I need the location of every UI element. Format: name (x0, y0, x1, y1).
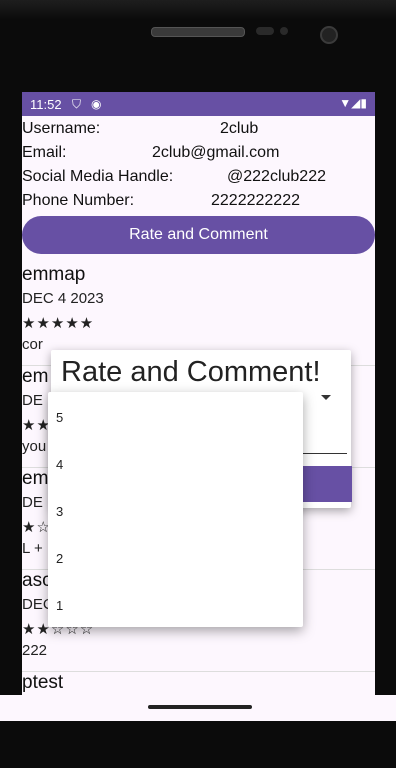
entry-date: DEC 4 2023 (22, 290, 104, 307)
rating-option-1[interactable]: 1 (56, 598, 63, 613)
home-gesture-handle[interactable] (148, 705, 252, 709)
rate-and-comment-button[interactable]: Rate and Comment (22, 216, 375, 254)
rating-option-3[interactable]: 3 (56, 504, 63, 519)
entry-username: em (22, 366, 49, 387)
social-value: @222club222 (227, 168, 326, 185)
battery-icon: ▮ (360, 96, 367, 110)
profile-content: Username: 2club Email: 2club@gmail.com S… (22, 116, 375, 721)
status-time: 11:52 (30, 97, 62, 112)
username-value: 2club (220, 120, 259, 137)
entry-stars: ★★ (22, 417, 51, 434)
entry-date: DE (22, 494, 43, 511)
dialog-title: Rate and Comment! (61, 356, 321, 388)
entry-date: DE (22, 392, 43, 409)
rating-option-2[interactable]: 2 (56, 551, 63, 566)
status-bar: 11:52 ⛉ ◉ ▼◢▮ (22, 92, 375, 116)
front-camera (320, 26, 338, 44)
earpiece-speaker (151, 27, 245, 37)
rating-option-4[interactable]: 4 (56, 457, 63, 472)
entry-stars: ★☆ (22, 519, 51, 536)
comment-input-underline[interactable] (301, 453, 347, 454)
entry-comment: 222 (22, 642, 48, 659)
device-frame: 11:52 ⛉ ◉ ▼◢▮ Username: 2club Email: 2cl… (0, 0, 396, 768)
email-value: 2club@gmail.com (152, 144, 280, 161)
phone-label: Phone Number: (22, 192, 135, 209)
email-row: Email: 2club@gmail.com (22, 144, 375, 168)
status-right-icons: ▼◢▮ (339, 96, 367, 110)
shield-icon: ⛉ (72, 97, 82, 111)
entry-comment: L + (22, 540, 43, 557)
email-label: Email: (22, 144, 67, 161)
entry-stars: ★★★★★ (22, 315, 95, 332)
entry-username: emmap (22, 264, 86, 285)
phone-value: 2222222222 (211, 192, 300, 209)
entry-username: em (22, 468, 49, 489)
social-label: Social Media Handle: (22, 168, 174, 185)
proximity-sensor (256, 27, 274, 35)
username-label: Username: (22, 120, 101, 137)
entry-comment: cor (22, 336, 43, 353)
username-row: Username: 2club (22, 120, 375, 144)
entry-username: ptest (22, 672, 64, 693)
entry-comment: you (22, 438, 47, 455)
light-sensor (280, 27, 288, 35)
phone-row: Phone Number: 2222222222 (22, 192, 375, 216)
wifi-icon: ▼ (339, 96, 352, 110)
dropdown-arrow-icon[interactable] (321, 395, 331, 400)
signal-icon: ◢ (351, 96, 361, 110)
rating-option-5[interactable]: 5 (56, 410, 63, 425)
app-screen: 11:52 ⛉ ◉ ▼◢▮ Username: 2club Email: 2cl… (22, 92, 375, 721)
circle-icon: ◉ (91, 97, 102, 111)
rating-dropdown-menu: 5 4 3 2 1 (48, 392, 303, 627)
social-row: Social Media Handle: @222club222 (22, 168, 375, 192)
